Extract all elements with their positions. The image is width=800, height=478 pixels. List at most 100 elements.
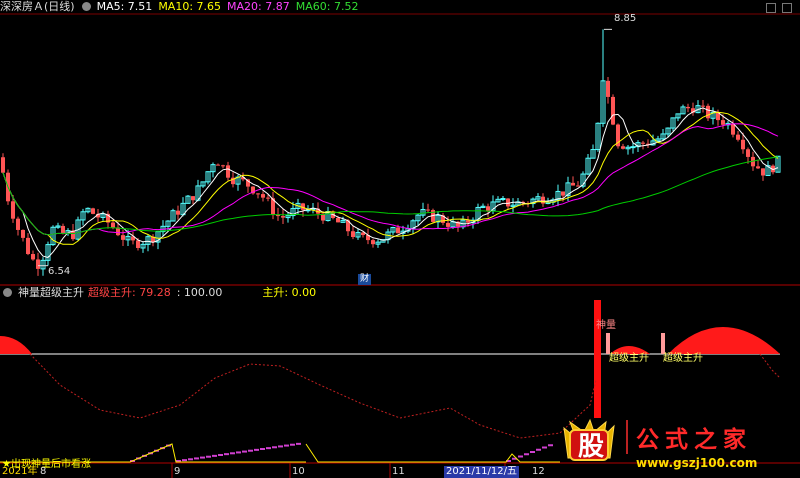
ladder-step [524, 453, 529, 456]
indicator-settings-icon[interactable] [3, 288, 12, 297]
x-label-12: 12 [532, 466, 545, 477]
event-marker[interactable]: 财 [358, 274, 371, 285]
candle-body [91, 208, 95, 214]
maximize-icon[interactable] [782, 3, 792, 13]
ladder-step [548, 444, 553, 447]
candle-body [500, 198, 506, 201]
ladder-step [224, 453, 229, 456]
ladder-step [284, 444, 289, 447]
candle-body [11, 201, 15, 219]
oscillator-line [29, 353, 597, 439]
candle-body [261, 194, 265, 198]
candle-body [706, 105, 710, 119]
candle-body [426, 209, 430, 211]
ladder-step [194, 457, 199, 460]
settings-icon[interactable] [81, 2, 91, 11]
zhusheng-label: 主升: 0.00 [262, 286, 317, 299]
logo-text: 公式之家 [636, 427, 752, 453]
ladder-step [200, 456, 205, 459]
candle-body [221, 165, 225, 167]
candle-body [26, 237, 30, 255]
ladder-step [542, 446, 547, 449]
low-price-label: 6.54 [48, 266, 71, 277]
ladder-step [296, 442, 301, 445]
candle-body [176, 210, 180, 215]
shenliang-tag: 神量 [596, 320, 616, 331]
ladder-step [518, 455, 523, 458]
candle-body [641, 142, 645, 144]
candle-body [611, 96, 615, 125]
ladder-step [278, 445, 283, 448]
ma20-line [2, 123, 779, 236]
logo-url: www.gszj100.com [636, 456, 758, 470]
candle-body [746, 149, 750, 157]
stock-title: 深深房Ａ(日线) [0, 0, 75, 13]
candle-body [741, 139, 745, 150]
ladder-step [236, 451, 241, 454]
candle-body [701, 105, 705, 107]
logo-divider [626, 420, 628, 454]
ladder-step [260, 448, 265, 450]
candle-body [630, 146, 636, 149]
ma5-label: MA5: 7.51 [96, 0, 153, 13]
ladder-step [182, 459, 187, 462]
logo-glyph: 股 [577, 432, 604, 462]
candle-body [621, 146, 625, 149]
high-price-label: 8.85 [614, 13, 637, 24]
ladder-step [188, 458, 193, 461]
candle-body [266, 197, 270, 199]
minimize-icon[interactable] [766, 3, 776, 13]
ladder-step [212, 454, 217, 457]
ladder-step [254, 448, 259, 451]
x-label-year: 2021年 [2, 466, 38, 477]
level-label: : 100.00 [176, 286, 223, 299]
ladder-step [536, 448, 541, 451]
candle-body [721, 120, 725, 125]
x-label-8: 8 [40, 466, 47, 477]
ma10-label: MA10: 7.65 [158, 0, 222, 13]
candle-body [561, 191, 565, 196]
chart-grid [0, 13, 800, 478]
candle-body [736, 134, 740, 140]
candle-body [371, 240, 375, 245]
ladder-step [206, 455, 211, 458]
indicator-name: 神量超级主升 [18, 286, 84, 299]
ma60-line [2, 156, 779, 236]
candle-body [256, 193, 260, 195]
ladder-step [530, 451, 535, 453]
candle-body [336, 217, 340, 223]
indicator-header: 神量超级主升 超级主升: 79.28: 100.00 主升: 0.00 [0, 286, 322, 300]
ladder-step [266, 447, 271, 450]
ma20-label: MA20: 7.87 [227, 0, 290, 13]
watermark-logo: 股 公式之家 www.gszj100.com [560, 418, 792, 478]
candle-body [216, 164, 220, 166]
ladder-step [290, 443, 295, 446]
candle-body [541, 196, 545, 204]
candle-body [16, 218, 20, 230]
candle-body [281, 216, 285, 218]
x-label-10: 10 [292, 466, 305, 477]
candle-body [121, 235, 125, 240]
indicator-area-left [0, 336, 32, 354]
candle-body [571, 182, 575, 186]
candle-body [576, 185, 580, 187]
ma60-label: MA60: 7.52 [295, 0, 359, 13]
ladder-step [218, 454, 223, 456]
candle-body [506, 198, 510, 207]
price-panel-header: 深深房Ａ(日线) MA5: 7.51 MA10: 7.65 MA20: 7.87 MA6… [0, 0, 364, 14]
chaoji-tag-2: 超级主升 [663, 353, 703, 364]
ladder-step [242, 450, 247, 453]
candle-body [226, 165, 230, 178]
x-label-9: 9 [174, 466, 181, 477]
ladder-step [272, 446, 277, 449]
candle-body [351, 231, 355, 237]
candle-body [31, 254, 35, 260]
candle-body [606, 80, 610, 97]
candle-body [136, 240, 140, 248]
ladder-step [248, 449, 253, 452]
candlestick-chart [0, 13, 800, 478]
chaoji-tag-1: 超级主升 [609, 353, 649, 364]
candle-body [686, 106, 690, 109]
candle-body [36, 259, 40, 269]
candle-body [61, 225, 65, 234]
